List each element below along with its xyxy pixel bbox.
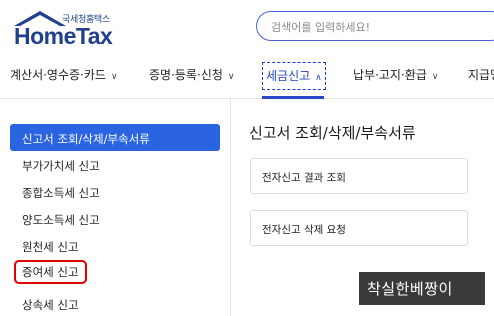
nav-item-label: 지급명 — [468, 68, 494, 82]
chevron-down-icon: ∨ — [227, 72, 235, 82]
hometax-logo[interactable]: 국세청홈택스 HomeTax — [12, 8, 122, 49]
sidebar-item-withholding[interactable]: 원천세 신고 — [10, 232, 220, 259]
sidebar-item-return-lookup[interactable]: 신고서 조회/삭제/부속서류 — [10, 124, 220, 151]
sidebar-item-income-tax[interactable]: 종합소득세 신고 — [10, 178, 220, 205]
chevron-down-icon: ∨ — [431, 72, 439, 82]
sidebar-item-inheritance-tax[interactable]: 상속세 신고 — [10, 290, 220, 316]
electronic-filing-delete-card[interactable]: 전자신고 삭제 요청 — [250, 210, 468, 246]
sidebar-item-vat[interactable]: 부가가치세 신고 — [10, 151, 220, 178]
sidebar-item-label: 부가가치세 신고 — [22, 159, 100, 173]
nav-item-label: 세금신고 — [266, 69, 311, 83]
sidebar-item-label: 원천세 신고 — [22, 240, 79, 254]
sidebar-item-label: 증여세 신고 — [14, 260, 87, 284]
watermark-text: 착실한베짱이 — [367, 280, 453, 298]
nav-item-payment-statement[interactable]: 지급명 — [468, 66, 494, 83]
page-title: 신고서 조회/삭제/부속서류 — [249, 124, 416, 142]
nav-item-label: 증명·등록·신청 — [149, 68, 223, 82]
electronic-filing-result-card[interactable]: 전자신고 결과 조회 — [250, 158, 468, 194]
logo-wordmark: HomeTax — [14, 23, 113, 49]
top-nav: 계산서·영수증·카드 ∨ 증명·등록·신청 ∨ 세금신고 ∧ 납부·고지·환급 ∨ 지급… — [0, 60, 494, 90]
nav-item-invoices[interactable]: 계산서·영수증·카드 ∨ — [10, 66, 118, 83]
card-label: 전자신고 삭제 요청 — [262, 224, 346, 236]
sidebar-item-capital-gains[interactable]: 양도소득세 신고 — [10, 205, 220, 232]
nav-item-certificates[interactable]: 증명·등록·신청 ∨ — [149, 66, 234, 83]
nav-item-label: 납부·고지·환급 — [353, 68, 427, 82]
nav-item-tax-filing[interactable]: 세금신고 ∧ — [262, 62, 326, 90]
chevron-up-icon: ∧ — [315, 73, 322, 83]
sidebar-item-gift-tax[interactable]: 증여세 신고 — [10, 257, 220, 284]
card-label: 전자신고 결과 조회 — [262, 172, 346, 184]
nav-active-indicator — [262, 96, 324, 99]
nav-item-payment[interactable]: 납부·고지·환급 ∨ — [353, 66, 438, 83]
watermark: 착실한베짱이 — [359, 272, 485, 305]
sidebar-item-label: 양도소득세 신고 — [22, 213, 100, 227]
sidebar-item-label: 종합소득세 신고 — [22, 186, 100, 200]
chevron-down-icon: ∨ — [110, 72, 118, 82]
search-input[interactable]: 검색어를 입력하세요! — [256, 11, 494, 41]
search-placeholder: 검색어를 입력하세요! — [271, 21, 370, 34]
sidebar-item-label: 신고서 조회/삭제/부속서류 — [22, 132, 150, 146]
sidebar-divider — [230, 99, 231, 316]
nav-item-label: 계산서·영수증·카드 — [10, 68, 106, 82]
sidebar-item-label: 상속세 신고 — [22, 298, 79, 312]
